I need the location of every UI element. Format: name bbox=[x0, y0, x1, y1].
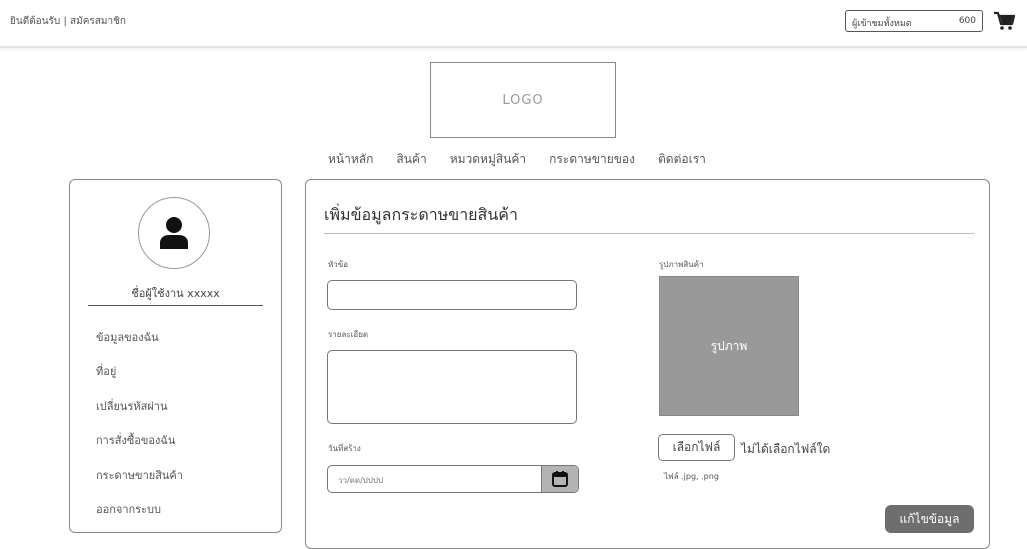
nav-home[interactable]: หน้าหลัก bbox=[328, 150, 373, 169]
top-separator: | bbox=[63, 16, 67, 27]
image-preview: รูปภาพ bbox=[659, 276, 799, 416]
visitor-label: ผู้เข้าชมทั้งหมด bbox=[852, 19, 912, 29]
visitor-counter: ผู้เข้าชมทั้งหมด 600 bbox=[845, 10, 983, 32]
file-type-hint: ไฟล์ .jpg, .png bbox=[664, 472, 719, 481]
file-status: ไม่ได้เลือกไฟล์ใด bbox=[741, 442, 831, 456]
top-links: ยินดีต้อนรับ | สมัครสมาชิก bbox=[10, 14, 126, 29]
cart-icon[interactable] bbox=[993, 11, 1016, 31]
sidebar-item-address[interactable]: ที่อยู่ bbox=[96, 362, 116, 380]
title-divider bbox=[324, 233, 974, 234]
calendar-icon[interactable] bbox=[541, 466, 578, 492]
sidebar-item-my-orders[interactable]: การสั่งซื้อของฉัน bbox=[96, 431, 175, 449]
detail-textarea[interactable] bbox=[327, 350, 577, 424]
sidebar-item-sell-board[interactable]: กระดาษขายสินค้า bbox=[96, 466, 183, 484]
image-label: รูปภาพสินค้า bbox=[659, 260, 704, 269]
username: ชื่อผู้ใช้งาน xxxxx bbox=[131, 287, 220, 300]
avatar bbox=[138, 197, 210, 269]
save-button[interactable]: แก้ไขข้อมูล bbox=[885, 505, 974, 533]
sidebar-item-profile[interactable]: ข้อมูลของฉัน bbox=[96, 328, 159, 346]
nav-contact[interactable]: ติดต่อเรา bbox=[658, 150, 706, 169]
site-logo[interactable]: LOGO bbox=[430, 62, 616, 138]
date-placeholder: วว/ดด/ปปปป bbox=[338, 476, 384, 485]
detail-label: รายละเอียด bbox=[328, 330, 369, 339]
date-label: วันที่สร้าง bbox=[328, 444, 361, 453]
nav-products[interactable]: สินค้า bbox=[396, 150, 426, 169]
welcome-link[interactable]: ยินดีต้อนรับ bbox=[10, 16, 60, 27]
sidebar-divider bbox=[88, 305, 263, 306]
date-input[interactable]: วว/ดด/ปปปป bbox=[327, 465, 579, 493]
sidebar-item-change-password[interactable]: เปลี่ยนรหัสผ่าน bbox=[96, 397, 167, 415]
sidebar-item-logout[interactable]: ออกจากระบบ bbox=[96, 500, 161, 518]
choose-file-button[interactable]: เลือกไฟล์ bbox=[658, 434, 735, 461]
visitor-count: 600 bbox=[958, 16, 976, 26]
main-nav: หน้าหลัก สินค้า หมวดหมู่สินค้า กระดาษขายของ… bbox=[328, 150, 729, 169]
user-icon bbox=[160, 217, 188, 249]
topic-label: หัวข้อ bbox=[328, 260, 349, 269]
register-link[interactable]: สมัครสมาชิก bbox=[70, 16, 126, 27]
nav-categories[interactable]: หมวดหมู่สินค้า bbox=[450, 150, 526, 169]
nav-sell-board[interactable]: กระดาษขายของ bbox=[549, 150, 635, 169]
page-title: เพิ่มข้อมูลกระดาษขายสินค้า bbox=[324, 205, 518, 224]
topic-input[interactable] bbox=[327, 280, 577, 310]
